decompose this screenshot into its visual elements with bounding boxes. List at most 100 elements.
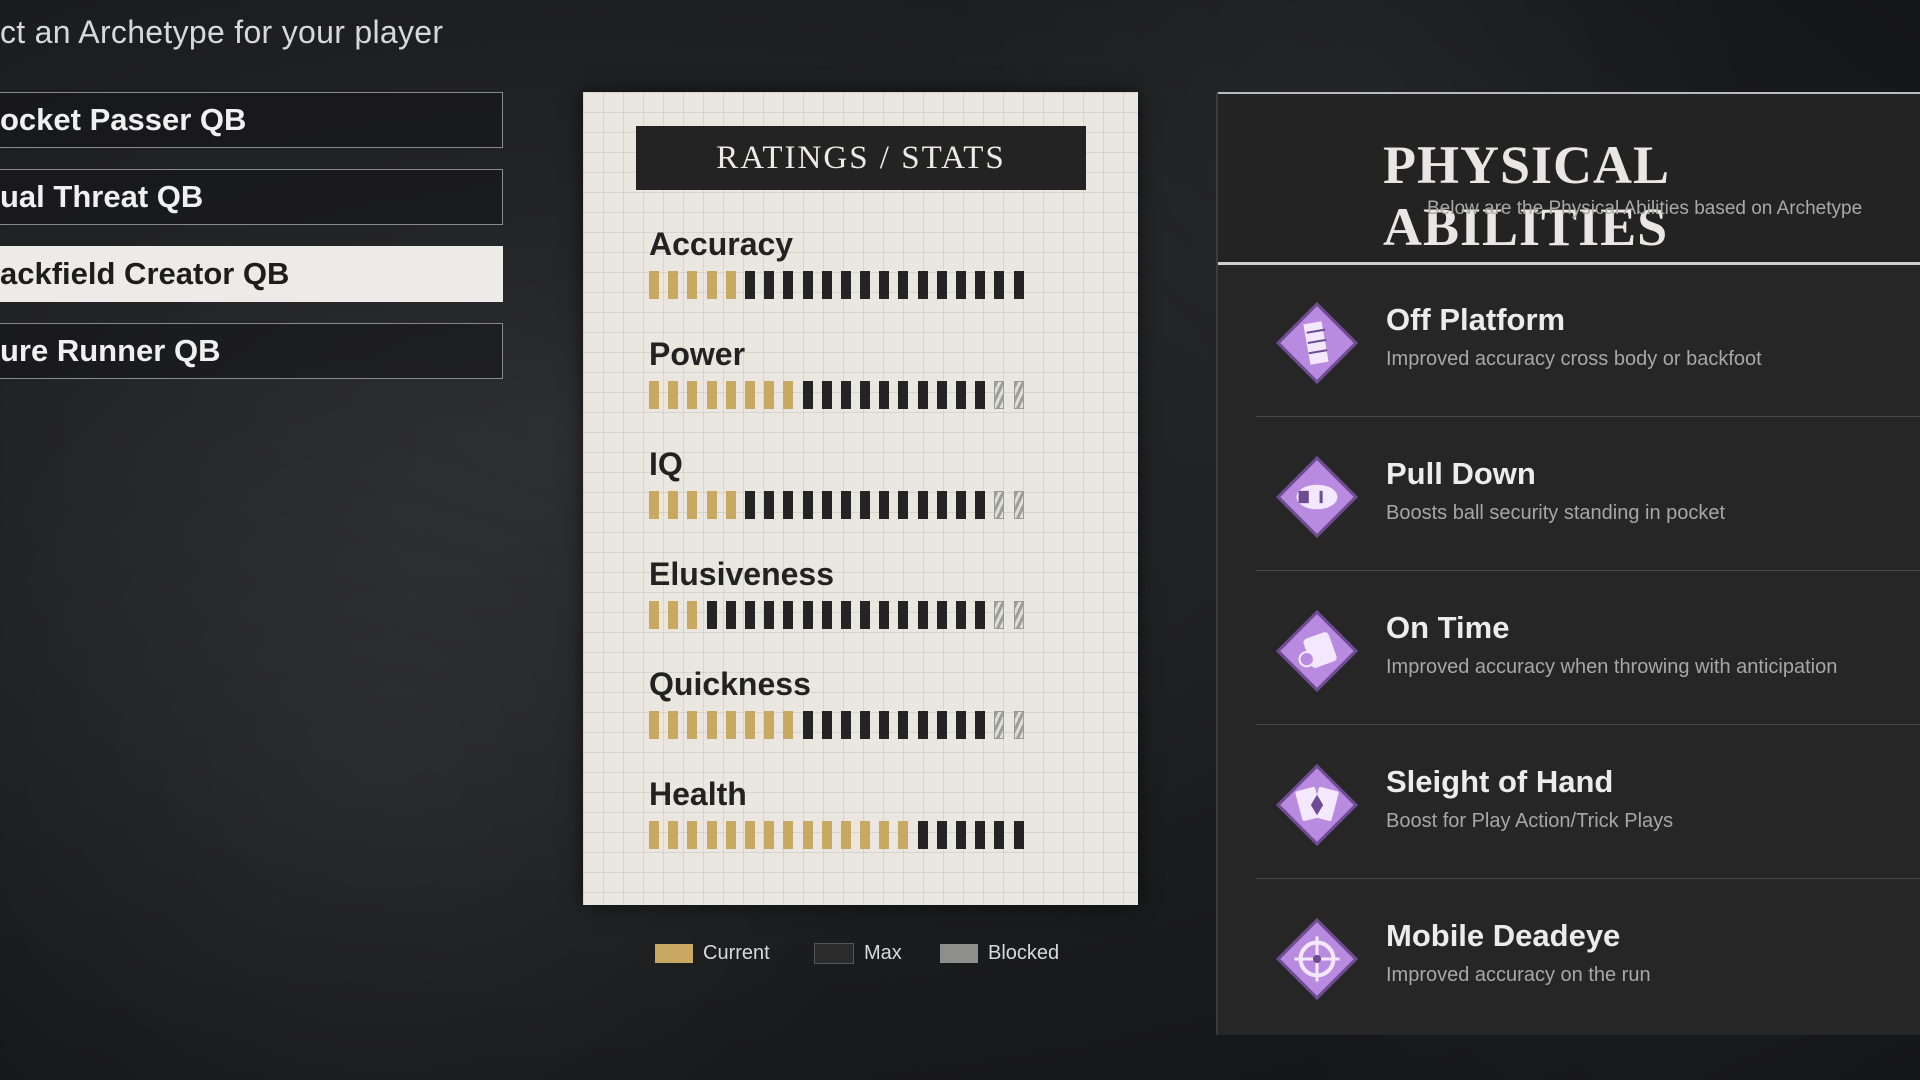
stat-segment-current [860, 821, 871, 849]
stat-segment-max [744, 601, 755, 629]
stat-segment-current [783, 821, 794, 849]
stat-segment-max [975, 711, 986, 739]
stat-segment-max [744, 491, 755, 519]
stat-segment-max [860, 491, 871, 519]
stat-segment-max [821, 381, 832, 409]
stat-segment-current [725, 491, 736, 519]
stat-segment-max [1013, 821, 1024, 849]
stat-segment-max [898, 601, 909, 629]
stat-segment-current [783, 381, 794, 409]
stat-segment-max [975, 601, 986, 629]
stat-segment-blocked [1013, 381, 1024, 409]
stat-segment-blocked [994, 711, 1005, 739]
stat-segment-max [879, 601, 890, 629]
abilities-header: PHYSICAL ABILITIES Below are the Physica… [1218, 92, 1920, 265]
stat-segment-current [687, 711, 698, 739]
stat-segment-max [821, 271, 832, 299]
stat-label: Health [649, 776, 747, 812]
stat-segment-blocked [994, 601, 1005, 629]
stat-segment-current [879, 821, 890, 849]
stat-segment-max [802, 271, 813, 299]
stat-segment-max [706, 601, 717, 629]
ability-item[interactable]: Pull Down Boosts ball security standing … [1256, 416, 1920, 571]
stat-segment-max [936, 381, 947, 409]
stat-segment-max [802, 381, 813, 409]
current-swatch-icon [655, 944, 693, 963]
stat-segment-max [860, 381, 871, 409]
stat-row: Elusiveness [649, 556, 1089, 629]
stat-row: Accuracy [649, 226, 1089, 299]
stat-segment-max [802, 491, 813, 519]
ability-item[interactable]: Sleight of Hand Boost for Play Action/Tr… [1256, 724, 1920, 879]
stat-segment-max [956, 601, 966, 629]
blocked-swatch-icon [940, 944, 978, 963]
stat-segment-max [783, 491, 794, 519]
stat-segment-max [956, 711, 966, 739]
stat-segment-max [783, 271, 794, 299]
stat-segment-max [764, 271, 775, 299]
archetype-list: ocket Passer QB ual Threat QB ackfield C… [0, 92, 503, 400]
stat-segment-max [840, 271, 851, 299]
stat-bar [649, 381, 1089, 409]
stat-segment-blocked [994, 381, 1005, 409]
ability-item[interactable]: Mobile Deadeye Improved accuracy on the … [1256, 878, 1920, 1032]
stat-segment-current [649, 711, 659, 739]
stat-bar [649, 711, 1089, 739]
stat-segment-max [898, 381, 909, 409]
ability-name: Sleight of Hand [1386, 764, 1614, 799]
archetype-label: ackfield Creator QB [0, 256, 290, 291]
stat-segment-current [783, 711, 794, 739]
stat-segment-current [725, 821, 736, 849]
stat-segment-current [649, 601, 659, 629]
stat-segment-max [879, 711, 890, 739]
archetype-option[interactable]: ocket Passer QB [0, 92, 503, 148]
ability-name: Off Platform [1386, 302, 1566, 337]
archetype-label: ocket Passer QB [0, 102, 247, 137]
ability-item[interactable]: Off Platform Improved accuracy cross bod… [1256, 262, 1920, 417]
ability-name: On Time [1386, 610, 1510, 645]
stat-segment-max [802, 711, 813, 739]
ability-desc: Boosts ball security standing in pocket [1386, 502, 1726, 524]
archetype-option[interactable]: ure Runner QB [0, 323, 503, 379]
ability-desc: Improved accuracy when throwing with ant… [1386, 656, 1838, 678]
stat-segment-max [917, 381, 928, 409]
stat-segment-current [764, 821, 775, 849]
leaning-tower-icon [1276, 302, 1358, 384]
stat-segment-max [802, 601, 813, 629]
stat-bar [649, 821, 1089, 849]
stat-segment-current [744, 711, 755, 739]
archetype-option[interactable]: ual Threat QB [0, 169, 503, 225]
stat-bar [649, 271, 1089, 299]
stat-segment-max [994, 271, 1005, 299]
stat-segment-current [668, 271, 679, 299]
stat-segment-max [936, 271, 947, 299]
stat-segment-max [764, 491, 775, 519]
stat-segment-max [956, 491, 966, 519]
stat-segment-max [898, 491, 909, 519]
stat-segment-max [917, 601, 928, 629]
stat-segment-max [860, 711, 871, 739]
stat-segment-current [668, 381, 679, 409]
ratings-card: RATINGS / STATS Accuracy Power IQ Elusiv… [583, 92, 1138, 905]
stat-segment-max [994, 821, 1005, 849]
stat-segment-max [840, 711, 851, 739]
stat-segment-current [764, 711, 775, 739]
stat-segment-max [860, 601, 871, 629]
stat-segment-max [898, 711, 909, 739]
stat-bar [649, 601, 1089, 629]
ability-name: Pull Down [1386, 456, 1536, 491]
stat-segment-current [668, 491, 679, 519]
max-swatch-icon [814, 943, 854, 964]
stat-segment-current [706, 271, 717, 299]
ability-item[interactable]: On Time Improved accuracy when throwing … [1256, 570, 1920, 725]
stat-row: Power [649, 336, 1089, 409]
archetype-option-selected[interactable]: ackfield Creator QB [0, 246, 503, 302]
stat-segment-max [821, 491, 832, 519]
stat-segment-max [956, 271, 966, 299]
legend-current-label: Current [703, 942, 770, 964]
stat-segment-max [860, 271, 871, 299]
stat-segment-current [687, 271, 698, 299]
legend-current: Current [655, 942, 770, 965]
stat-row: Health [649, 776, 1089, 849]
stat-segment-current [706, 711, 717, 739]
